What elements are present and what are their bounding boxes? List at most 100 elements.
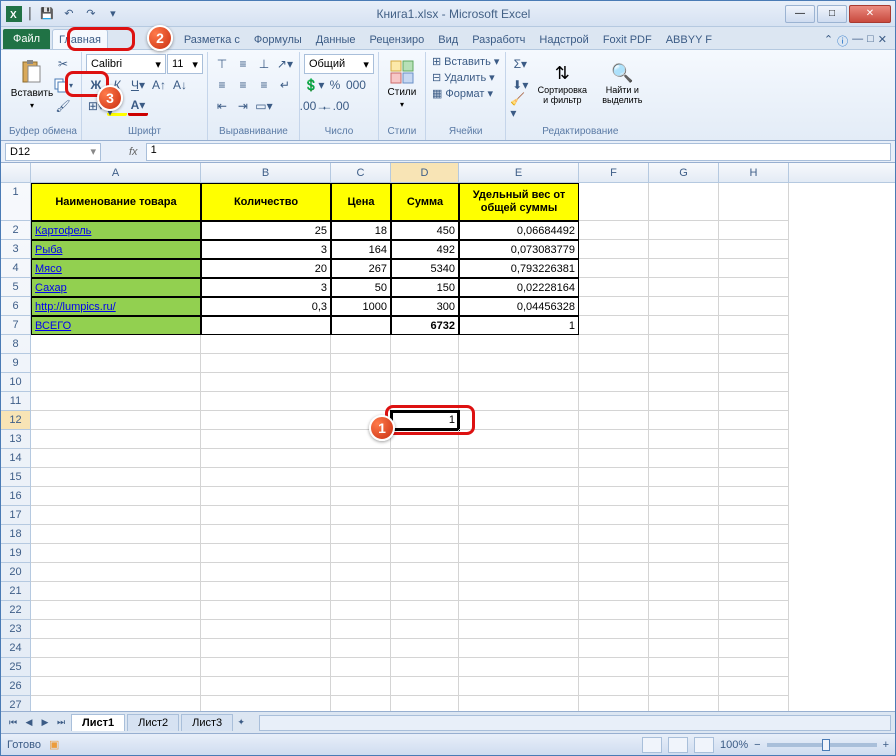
col-header-B[interactable]: B: [201, 163, 331, 182]
doc-restore-icon[interactable]: □: [867, 33, 874, 49]
sheet-nav-first-icon[interactable]: ⏮: [5, 715, 21, 731]
cell[interactable]: [391, 487, 459, 506]
cell[interactable]: [649, 392, 719, 411]
col-header-H[interactable]: H: [719, 163, 789, 182]
zoom-in-icon[interactable]: +: [883, 739, 889, 751]
cell[interactable]: [391, 696, 459, 711]
cell[interactable]: [331, 373, 391, 392]
cell[interactable]: [31, 392, 201, 411]
cell[interactable]: [201, 335, 331, 354]
col-header-G[interactable]: G: [649, 163, 719, 182]
cell[interactable]: 0,073083779: [459, 240, 579, 259]
row-header[interactable]: 16: [1, 487, 30, 506]
cell[interactable]: [719, 430, 789, 449]
cell[interactable]: 25: [201, 221, 331, 240]
cell[interactable]: [719, 658, 789, 677]
col-header-F[interactable]: F: [579, 163, 649, 182]
sort-filter-button[interactable]: ⇅ Сортировка и фильтр: [532, 54, 592, 114]
cell[interactable]: [649, 278, 719, 297]
row-header[interactable]: 19: [1, 544, 30, 563]
cell[interactable]: [719, 183, 789, 221]
cell[interactable]: [391, 373, 459, 392]
close-button[interactable]: ✕: [849, 5, 891, 23]
cell[interactable]: 0,04456328: [459, 297, 579, 316]
col-header-C[interactable]: C: [331, 163, 391, 182]
cell[interactable]: [719, 620, 789, 639]
cell[interactable]: [391, 544, 459, 563]
grow-font-icon[interactable]: A↑: [149, 75, 169, 95]
cell[interactable]: [719, 392, 789, 411]
formula-input[interactable]: 1: [146, 143, 891, 161]
cell[interactable]: [459, 487, 579, 506]
tab-formulas[interactable]: Формулы: [247, 29, 309, 49]
cell[interactable]: [331, 601, 391, 620]
cell[interactable]: [579, 544, 649, 563]
cell[interactable]: [201, 411, 331, 430]
cell[interactable]: [719, 221, 789, 240]
tab-review[interactable]: Рецензиро: [363, 29, 432, 49]
cell[interactable]: [649, 487, 719, 506]
cell[interactable]: 1: [459, 316, 579, 335]
cell[interactable]: [31, 639, 201, 658]
cell[interactable]: [31, 601, 201, 620]
cell[interactable]: [31, 354, 201, 373]
doc-minimize-icon[interactable]: —: [852, 33, 863, 49]
redo-icon[interactable]: ↷: [82, 5, 100, 23]
underline-button[interactable]: Ч▾: [128, 75, 148, 95]
zoom-out-icon[interactable]: −: [754, 739, 760, 751]
cell[interactable]: [649, 506, 719, 525]
row-header[interactable]: 26: [1, 677, 30, 696]
file-tab[interactable]: Файл: [3, 29, 50, 49]
cell[interactable]: [459, 411, 579, 430]
minimize-button[interactable]: —: [785, 5, 815, 23]
cell[interactable]: [391, 601, 459, 620]
cell[interactable]: [579, 183, 649, 221]
row-header[interactable]: 23: [1, 620, 30, 639]
cell[interactable]: [579, 525, 649, 544]
tab-abbyy[interactable]: ABBYY F: [659, 29, 719, 49]
tab-view[interactable]: Вид: [431, 29, 465, 49]
cell[interactable]: [579, 468, 649, 487]
cell[interactable]: [579, 620, 649, 639]
cell[interactable]: [331, 468, 391, 487]
cell[interactable]: [331, 658, 391, 677]
row-header[interactable]: 17: [1, 506, 30, 525]
doc-close-icon[interactable]: ✕: [878, 33, 887, 49]
cell[interactable]: [331, 316, 391, 335]
cell[interactable]: [459, 563, 579, 582]
cell[interactable]: [579, 563, 649, 582]
cell[interactable]: [649, 183, 719, 221]
cell[interactable]: [391, 582, 459, 601]
cell[interactable]: [331, 506, 391, 525]
cell[interactable]: [459, 525, 579, 544]
cell[interactable]: [459, 620, 579, 639]
cell[interactable]: [201, 544, 331, 563]
ribbon-minimize-icon[interactable]: ⌃: [824, 33, 833, 49]
cell[interactable]: Картофель: [31, 221, 201, 240]
shrink-font-icon[interactable]: A↓: [170, 75, 190, 95]
cell[interactable]: [201, 430, 331, 449]
cell[interactable]: [579, 696, 649, 711]
align-center-icon[interactable]: ≡: [233, 75, 253, 95]
cell[interactable]: 0,3: [201, 297, 331, 316]
cell[interactable]: [579, 297, 649, 316]
cell[interactable]: [201, 582, 331, 601]
cell[interactable]: [459, 544, 579, 563]
tab-addins[interactable]: Надстрой: [532, 29, 595, 49]
paste-button[interactable]: Вставить ▾: [13, 54, 51, 114]
cell[interactable]: [649, 373, 719, 392]
clear-icon[interactable]: 🧹▾: [510, 96, 530, 116]
cell[interactable]: [31, 677, 201, 696]
cell[interactable]: Цена: [331, 183, 391, 221]
font-color-button[interactable]: A▾: [128, 96, 148, 116]
tab-developer[interactable]: Разработч: [465, 29, 532, 49]
align-right-icon[interactable]: ≡: [254, 75, 274, 95]
row-header[interactable]: 27: [1, 696, 30, 711]
cell[interactable]: [649, 563, 719, 582]
cell[interactable]: [579, 373, 649, 392]
row-header[interactable]: 25: [1, 658, 30, 677]
cell[interactable]: [719, 278, 789, 297]
autosum-icon[interactable]: Σ▾: [510, 54, 530, 74]
cell[interactable]: [719, 639, 789, 658]
cell[interactable]: 3: [201, 278, 331, 297]
